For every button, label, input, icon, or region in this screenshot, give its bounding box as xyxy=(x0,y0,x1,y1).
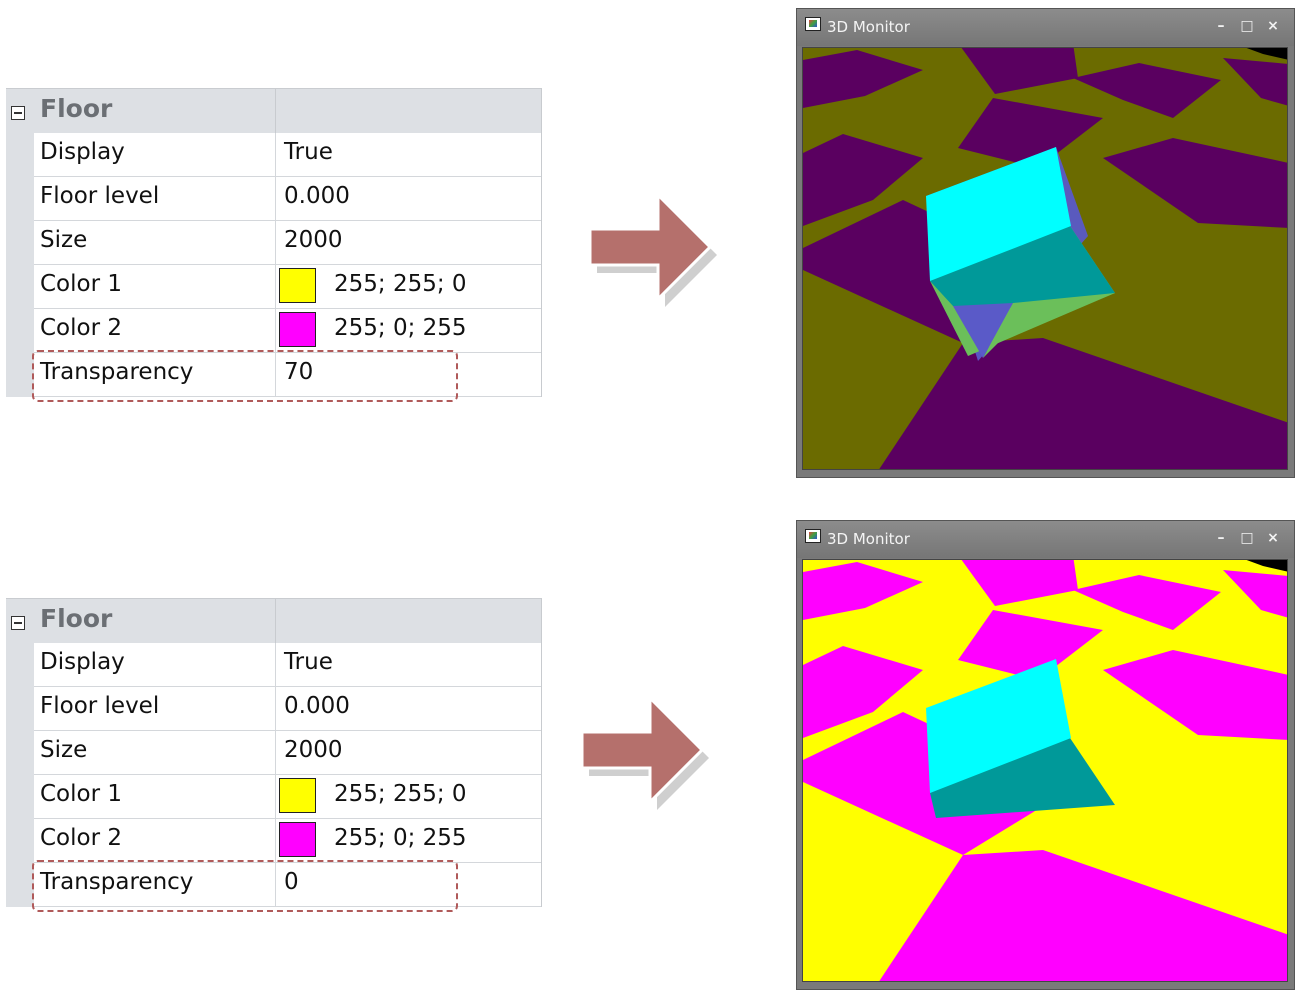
category-title: Floor xyxy=(40,94,113,123)
property-row-color-1[interactable]: Color 1 255; 255; 0 xyxy=(34,775,542,819)
property-name: Floor level xyxy=(40,183,160,209)
property-name: Floor level xyxy=(40,693,160,719)
color-swatch[interactable] xyxy=(279,268,316,303)
3d-viewport[interactable] xyxy=(802,559,1288,982)
close-icon[interactable]: × xyxy=(1264,529,1282,547)
property-name: Color 1 xyxy=(40,781,122,807)
color-swatch[interactable] xyxy=(279,312,316,347)
property-name: Color 1 xyxy=(40,271,122,297)
window-titlebar[interactable]: 3D Monitor – □ × xyxy=(797,521,1294,558)
property-name: Display xyxy=(40,139,125,165)
property-value[interactable]: True xyxy=(284,649,333,675)
window-titlebar[interactable]: 3D Monitor – □ × xyxy=(797,9,1294,46)
property-name: Size xyxy=(40,737,88,763)
category-header[interactable]: Floor xyxy=(6,88,542,134)
collapse-icon[interactable] xyxy=(11,616,25,630)
transparency-highlight xyxy=(32,860,458,912)
property-value[interactable]: 255; 255; 0 xyxy=(334,781,467,807)
property-row-size[interactable]: Size 2000 xyxy=(34,731,542,775)
property-value[interactable]: 0.000 xyxy=(284,693,350,719)
window-title: 3D Monitor xyxy=(827,530,910,548)
property-row-display[interactable]: Display True xyxy=(34,643,542,687)
app-icon xyxy=(805,17,821,31)
property-value[interactable]: 255; 0; 255 xyxy=(334,315,467,341)
category-header[interactable]: Floor xyxy=(6,598,542,644)
property-name: Color 2 xyxy=(40,315,122,341)
transparency-highlight xyxy=(32,350,458,402)
property-name: Display xyxy=(40,649,125,675)
right-arrow-icon xyxy=(580,694,709,810)
color-swatch[interactable] xyxy=(279,822,316,857)
minimize-icon[interactable]: – xyxy=(1212,17,1230,35)
category-title: Floor xyxy=(40,604,113,633)
property-value[interactable]: 255; 0; 255 xyxy=(334,825,467,851)
property-row-size[interactable]: Size 2000 xyxy=(34,221,542,265)
monitor-window-top: 3D Monitor – □ × xyxy=(796,8,1295,478)
minimize-icon[interactable]: – xyxy=(1212,529,1230,547)
property-value[interactable]: 2000 xyxy=(284,737,343,763)
color-swatch[interactable] xyxy=(279,778,316,813)
property-row-color-2[interactable]: Color 2 255; 0; 255 xyxy=(34,819,542,863)
right-arrow-icon xyxy=(588,191,717,307)
window-title: 3D Monitor xyxy=(827,18,910,36)
property-row-color-1[interactable]: Color 1 255; 255; 0 xyxy=(34,265,542,309)
property-row-display[interactable]: Display True xyxy=(34,133,542,177)
maximize-icon[interactable]: □ xyxy=(1238,17,1256,35)
maximize-icon[interactable]: □ xyxy=(1238,529,1256,547)
property-name: Color 2 xyxy=(40,825,122,851)
monitor-window-bottom: 3D Monitor – □ × xyxy=(796,520,1295,990)
property-row-color-2[interactable]: Color 2 255; 0; 255 xyxy=(34,309,542,353)
collapse-icon[interactable] xyxy=(11,106,25,120)
3d-viewport[interactable] xyxy=(802,47,1288,470)
app-icon xyxy=(805,529,821,543)
property-value[interactable]: 255; 255; 0 xyxy=(334,271,467,297)
property-row-floor-level[interactable]: Floor level 0.000 xyxy=(34,687,542,731)
property-value[interactable]: 2000 xyxy=(284,227,343,253)
property-row-floor-level[interactable]: Floor level 0.000 xyxy=(34,177,542,221)
property-value[interactable]: 0.000 xyxy=(284,183,350,209)
property-name: Size xyxy=(40,227,88,253)
property-value[interactable]: True xyxy=(284,139,333,165)
close-icon[interactable]: × xyxy=(1264,17,1282,35)
